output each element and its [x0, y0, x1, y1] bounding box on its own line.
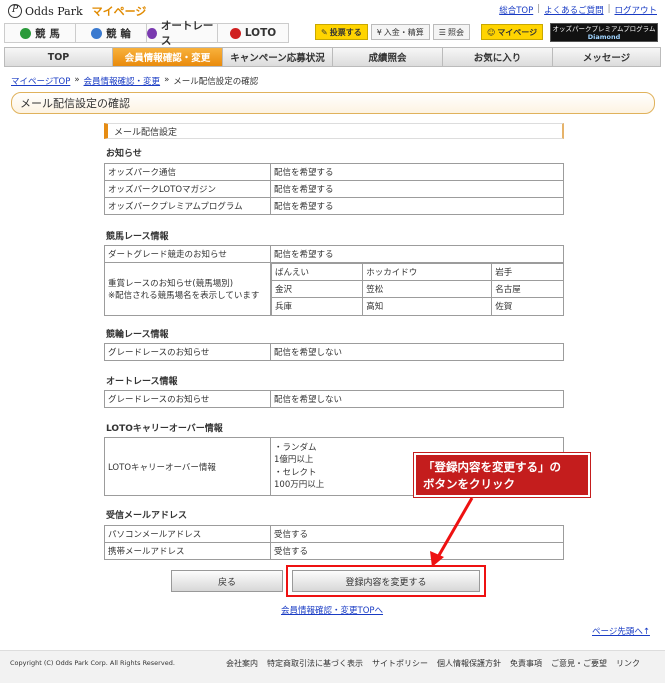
- top-links: 総合TOP | よくあるご質問 | ログアウト: [499, 4, 657, 16]
- section-title: メール配信設定: [104, 123, 564, 139]
- breadcrumb-current: メール配信設定の確認: [173, 77, 259, 87]
- instruction-callout: 「登録内容を変更する」の ボタンをクリック: [413, 452, 591, 498]
- horse-icon: [20, 27, 32, 39]
- back-button[interactable]: 戻る: [171, 570, 283, 592]
- notice-table: オッズパーク通信 配信を希望する オッズパークLOTOマガジン 配信を希望する オッ…: [104, 163, 564, 215]
- table-row: オッズパークプレミアムプログラム 配信を希望する: [104, 197, 564, 215]
- footer-link-disclaimer[interactable]: 免責事項: [510, 658, 542, 669]
- breadcrumb: マイページTOP » 会員情報確認・変更 » メール配信設定の確認: [11, 75, 259, 87]
- nav-top[interactable]: TOP: [5, 48, 113, 66]
- vote-button[interactable]: ✎ 投票する: [315, 24, 368, 40]
- group-title-auto: オートレース情報: [106, 377, 178, 387]
- footer-links: 会社案内 特定商取引法に基づく表示 サイトポリシー 個人情報保護方針 免責事項 …: [226, 658, 640, 669]
- wallet-icon: ¥: [376, 27, 382, 37]
- premium-banner[interactable]: オッズパークプレミアムプログラム Diamond: [550, 23, 658, 42]
- main-nav: TOP 会員情報確認・変更 キャンペーン応募状況 成績照会 お気に入り メッセー…: [4, 47, 661, 67]
- loto-icon: [229, 27, 241, 39]
- group-title-keirin: 競輪レース情報: [106, 330, 169, 340]
- breadcrumb-mypage[interactable]: マイページTOP: [11, 75, 70, 87]
- keiba-table: ダートグレード競走のお知らせ 配信を希望する 重賞レースのお知らせ(競馬場別) ※…: [104, 245, 564, 316]
- table-row: 重賞レースのお知らせ(競馬場別) ※配信される競馬場名を表示しています ばんえい…: [104, 262, 564, 316]
- table-row: グレードレースのお知らせ 配信を希望しない: [104, 343, 564, 361]
- deposit-button[interactable]: ¥ 入金・精算: [370, 24, 430, 40]
- top-link-faq[interactable]: よくあるご質問: [544, 4, 604, 16]
- change-button-highlight: 登録内容を変更する: [286, 565, 486, 597]
- mail-table: パソコンメールアドレス 受信する 携帯メールアドレス 受信する: [104, 525, 564, 560]
- page-top-link[interactable]: ページ先頭へ↑: [592, 625, 650, 637]
- game-autorace[interactable]: オートレース: [147, 20, 218, 47]
- change-registration-button[interactable]: 登録内容を変更する: [292, 570, 480, 592]
- callout-arrow-icon: [430, 497, 474, 567]
- footer-link-links[interactable]: リンク: [616, 658, 640, 669]
- table-row: グレードレースのお知らせ 配信を希望しない: [104, 390, 564, 408]
- game-keirin[interactable]: 競 輪: [76, 24, 147, 42]
- site-logo[interactable]: P Odds Park マイページ: [8, 3, 146, 19]
- table-row: オッズパーク通信 配信を希望する: [104, 163, 564, 181]
- group-title-mail: 受信メールアドレス: [106, 511, 188, 521]
- table-row: オッズパークLOTOマガジン 配信を希望する: [104, 180, 564, 198]
- nav-campaign[interactable]: キャンペーン応募状況: [223, 48, 333, 66]
- action-buttons: ✎ 投票する ¥ 入金・精算 ☰ 照会 ☺ マイページ: [315, 24, 544, 40]
- auto-table: グレードレースのお知らせ 配信を希望しない: [104, 390, 564, 408]
- game-loto[interactable]: LOTO: [218, 24, 288, 42]
- nav-messages[interactable]: メッセージ: [553, 48, 660, 66]
- vote-icon: ✎: [321, 27, 328, 37]
- logo-mypage: マイページ: [91, 5, 147, 18]
- smile-icon: ☺: [486, 27, 496, 37]
- keirin-table: グレードレースのお知らせ 配信を希望しない: [104, 343, 564, 361]
- nav-member-info[interactable]: 会員情報確認・変更: [113, 48, 223, 66]
- game-keiba[interactable]: 競 馬: [5, 24, 76, 42]
- group-title-keiba: 競馬レース情報: [106, 232, 169, 242]
- bicycle-icon: [91, 27, 103, 39]
- table-row: パソコンメールアドレス 受信する: [104, 525, 564, 543]
- logo-mark-icon: P: [8, 4, 22, 18]
- footer-link-feedback[interactable]: ご意見・ご要望: [551, 658, 607, 669]
- nav-favorites[interactable]: お気に入り: [443, 48, 553, 66]
- footer-link-commerce[interactable]: 特定商取引法に基づく表示: [267, 658, 363, 669]
- venue-grid: ばんえい ホッカイドウ 岩手 金沢 笠松 名古屋 兵庫 高知 佐賀: [270, 263, 563, 315]
- footer-link-privacy[interactable]: 個人情報保護方針: [437, 658, 501, 669]
- footer-link-company[interactable]: 会社案内: [226, 658, 258, 669]
- footer-link-policy[interactable]: サイトポリシー: [372, 658, 428, 669]
- inquiry-icon: ☰: [438, 27, 446, 37]
- mypage-button[interactable]: ☺ マイページ: [480, 24, 544, 40]
- breadcrumb-member-info[interactable]: 会員情報確認・変更: [84, 75, 161, 87]
- nav-results[interactable]: 成績照会: [333, 48, 443, 66]
- inquiry-button[interactable]: ☰ 照会: [432, 24, 470, 40]
- game-bar: 競 馬 競 輪 オートレース LOTO: [4, 20, 289, 47]
- top-link-home[interactable]: 総合TOP: [499, 4, 533, 16]
- motorbike-icon: [147, 27, 157, 39]
- group-title-loto: LOTOキャリーオーバー情報: [106, 424, 223, 434]
- table-row: 携帯メールアドレス 受信する: [104, 542, 564, 560]
- page-title: メール配信設定の確認: [11, 92, 655, 114]
- top-link-logout[interactable]: ログアウト: [614, 4, 657, 16]
- logo-text: Odds Park: [25, 4, 83, 18]
- copyright: Copyright (C) Odds Park Corp. All Rights…: [10, 659, 175, 667]
- table-row: ダートグレード競走のお知らせ 配信を希望する: [104, 245, 564, 263]
- group-title-notice: お知らせ: [106, 149, 142, 159]
- back-to-member-top-link[interactable]: 会員情報確認・変更TOPへ: [281, 604, 383, 616]
- arrow-shaft: [436, 497, 474, 558]
